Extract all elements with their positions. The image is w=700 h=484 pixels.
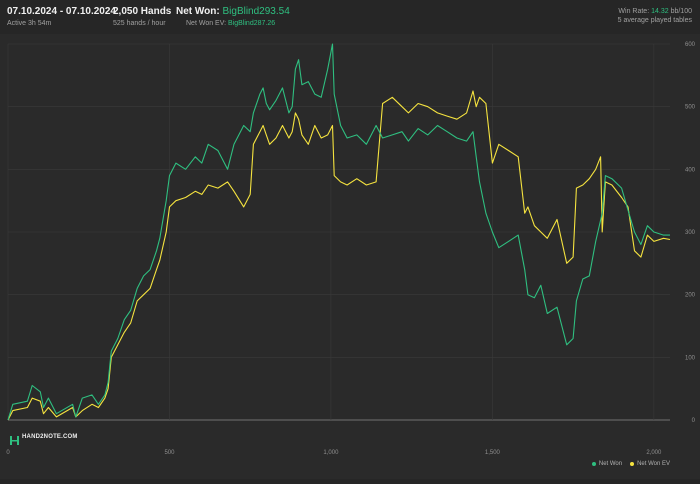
line-chart[interactable]: 0 100 200 300 400 500 600 0 500 1,000 1,500 2,000 — [0, 34, 700, 479]
series-line-net-won-ev — [7, 90, 671, 421]
grid — [7, 43, 670, 421]
legend-item-net-won[interactable]: Net Won — [591, 461, 623, 467]
net-won-value: BigBlind293.54 — [222, 6, 290, 17]
win-rate: Win Rate: 14.32 bb/100 — [618, 8, 692, 15]
y-tick-label: 500 — [685, 105, 696, 111]
legend-label-net-won-ev: Net Won EV — [637, 461, 670, 467]
stats-header: 07.10.2024 - 07.10.2024 Active 3h 54m 2,… — [0, 0, 700, 34]
y-tick-label: 0 — [692, 418, 696, 424]
net-won-ev-label: Net Won EV: — [186, 20, 227, 27]
win-rate-label: Win Rate: — [618, 8, 650, 15]
chart-legend: Net Won Net Won EV — [591, 461, 670, 467]
hands-rate: 525 hands / hour — [113, 20, 166, 27]
x-tick-label: 0 — [6, 450, 10, 456]
logo-icon — [10, 432, 19, 445]
active-time: Active 3h 54m — [7, 20, 52, 27]
win-rate-value: 14.32 — [651, 8, 669, 15]
tables-played: 5 average played tables — [617, 17, 692, 24]
hands-count: 2,050 Hands — [113, 6, 172, 17]
x-tick-label: 2,000 — [646, 450, 662, 456]
net-won-label: Net Won: — [176, 6, 220, 17]
net-won-ev: Net Won EV: BigBlind287.26 — [186, 20, 275, 27]
date-range: 07.10.2024 - 07.10.2024 — [7, 6, 116, 17]
legend-label-net-won: Net Won — [598, 461, 623, 467]
chart-area: 0 100 200 300 400 500 600 0 500 1,000 1,500 2,000 — [0, 34, 700, 479]
x-tick-label: 500 — [164, 450, 175, 456]
y-tick-label: 300 — [685, 230, 696, 236]
legend-swatch-net-won-ev — [630, 462, 635, 466]
legend-item-net-won-ev[interactable]: Net Won EV — [630, 461, 670, 467]
y-axis: 0 100 200 300 400 500 600 — [685, 42, 696, 424]
win-rate-unit: bb/100 — [670, 8, 692, 15]
x-axis: 0 500 1,000 1,500 2,000 — [6, 450, 662, 456]
y-tick-label: 600 — [685, 42, 696, 48]
legend-swatch-net-won — [591, 462, 596, 466]
x-tick-label: 1,000 — [323, 450, 339, 456]
x-tick-label: 1,500 — [485, 450, 501, 456]
net-won: Net Won: BigBlind293.54 — [176, 6, 290, 17]
logo-text: HAND2NOTE.COM — [22, 433, 78, 440]
hand2note-logo: HAND2NOTE.COM — [10, 432, 78, 445]
y-tick-label: 200 — [685, 293, 696, 299]
y-tick-label: 400 — [685, 167, 696, 173]
net-won-ev-value: BigBlind287.26 — [228, 20, 276, 27]
y-tick-label: 100 — [685, 355, 696, 361]
